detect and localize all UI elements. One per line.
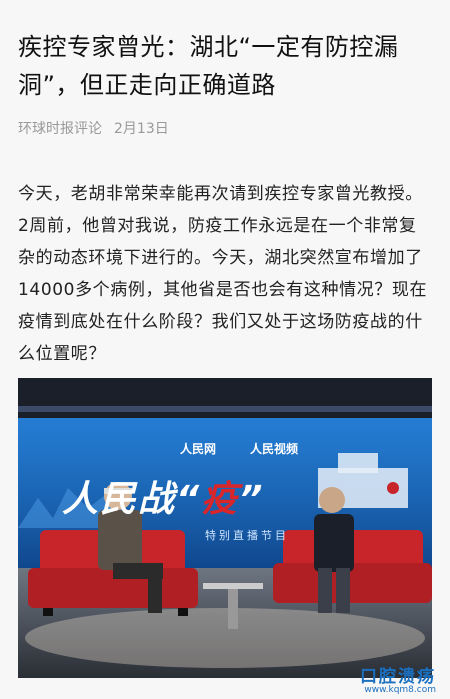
site-watermark: 口腔溃疡 www.kqm8.com (360, 669, 436, 695)
screen-logo-people: 人民网 (180, 442, 217, 456)
screen-program-subtitle: 特别直播节目 (205, 529, 289, 542)
watermark-url: www.kqm8.com (364, 685, 436, 695)
screen-program-title: 人民战“疫” (62, 470, 264, 522)
article-date: 2月13日 (114, 121, 169, 137)
article-title: 疾控专家曾光：湖北“一定有防控漏洞”，但正走向正确道路 (18, 33, 399, 99)
screen-logo-video: 人民视频 (250, 442, 299, 456)
screen-title-part1: 人民战“ (62, 479, 202, 520)
screen-title-highlight: 疫 (201, 479, 240, 520)
screen-title-part2: ” (239, 479, 265, 520)
article-meta: 环球时报评论 2月13日 (18, 118, 169, 138)
article-source[interactable]: 环球时报评论 (18, 118, 102, 138)
article-view: 疾控专家曾光：湖北“一定有防控漏洞”，但正走向正确道路 环球时报评论 2月13日… (0, 0, 450, 699)
article-paragraph: 今天，老胡非常荣幸能再次请到疾控专家曾光教授。2周前，他曾对我说，防疫工作永远是… (18, 184, 428, 364)
watermark-name: 口腔溃疡 (360, 667, 436, 687)
